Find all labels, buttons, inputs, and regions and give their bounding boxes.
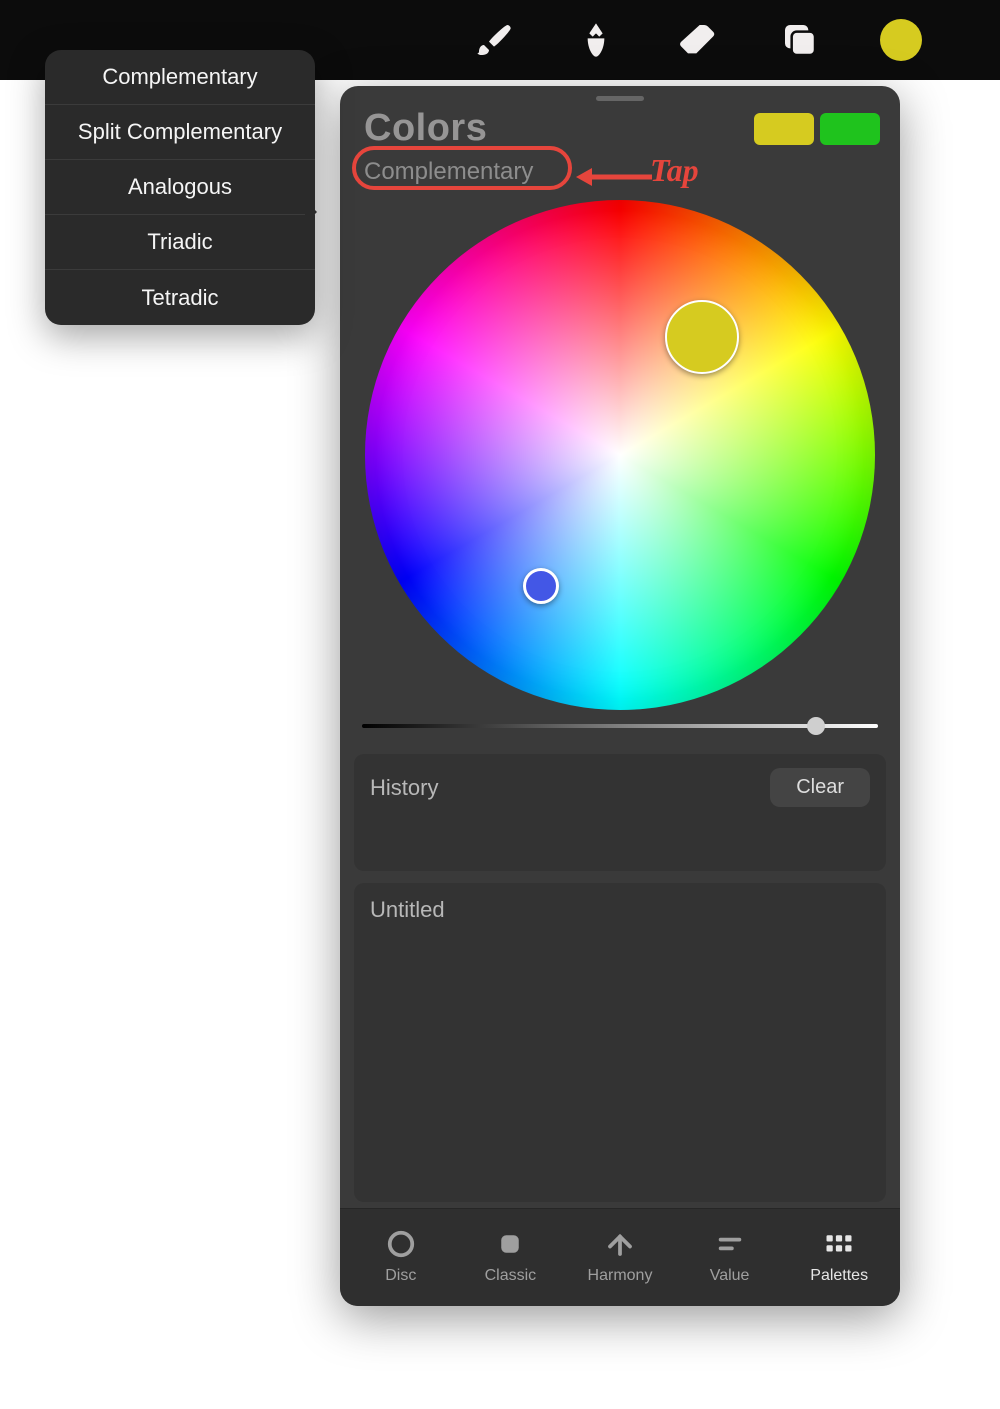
colors-panel: Colors Complementary Tap History Clear	[340, 86, 900, 1306]
tab-label: Harmony	[588, 1267, 653, 1285]
tab-disc[interactable]: Disc	[351, 1227, 451, 1285]
harmony-option-analogous[interactable]: Analogous	[45, 160, 315, 215]
disc-icon	[384, 1227, 418, 1261]
value-icon	[713, 1227, 747, 1261]
harmony-option-tetradic[interactable]: Tetradic	[45, 270, 315, 325]
palettes-icon	[822, 1227, 856, 1261]
harmony-option-complementary[interactable]: Complementary	[45, 50, 315, 105]
harmony-swatch-primary[interactable]	[754, 113, 814, 145]
erase-icon[interactable]	[676, 18, 720, 62]
palette-section: Untitled	[354, 883, 886, 1202]
tab-label: Disc	[385, 1267, 416, 1285]
palette-swatch-grid[interactable]	[370, 935, 870, 1091]
classic-icon	[493, 1227, 527, 1261]
color-wheel-wrap	[340, 190, 900, 724]
colors-tabbar: Disc Classic Harmony Value Palettes	[340, 1208, 900, 1306]
tab-value[interactable]: Value	[680, 1227, 780, 1285]
panel-title: Colors	[364, 107, 754, 150]
history-section: History Clear	[354, 754, 886, 871]
tab-label: Value	[710, 1267, 750, 1285]
brush-icon[interactable]	[472, 18, 516, 62]
history-clear-button[interactable]: Clear	[770, 768, 870, 807]
history-title: History	[370, 775, 770, 801]
harmony-dropdown: Complementary Split Complementary Analog…	[45, 50, 315, 325]
harmony-mode-label[interactable]: Complementary	[364, 158, 533, 186]
tab-classic[interactable]: Classic	[460, 1227, 560, 1285]
color-picker-secondary[interactable]	[523, 568, 559, 604]
harmony-option-triadic[interactable]: Triadic	[45, 215, 315, 270]
smudge-icon[interactable]	[574, 18, 618, 62]
harmony-option-split-complementary[interactable]: Split Complementary	[45, 105, 315, 160]
harmony-swatches	[754, 113, 880, 145]
annotation-text: Tap	[650, 152, 699, 189]
harmony-label-row: Complementary Tap	[340, 154, 900, 190]
brightness-slider[interactable]	[362, 724, 878, 728]
brightness-slider-thumb[interactable]	[807, 717, 825, 735]
tab-harmony[interactable]: Harmony	[570, 1227, 670, 1285]
tab-label: Classic	[485, 1267, 537, 1285]
panel-header: Colors	[340, 105, 900, 154]
palette-title[interactable]: Untitled	[370, 897, 870, 923]
color-wheel[interactable]	[365, 200, 875, 710]
color-picker-primary[interactable]	[665, 300, 739, 374]
tab-palettes[interactable]: Palettes	[789, 1227, 889, 1285]
layers-icon[interactable]	[778, 18, 822, 62]
history-swatch-grid[interactable]	[370, 819, 870, 871]
tab-label: Palettes	[810, 1267, 868, 1285]
harmony-icon	[603, 1227, 637, 1261]
panel-drag-handle[interactable]	[596, 96, 644, 101]
harmony-swatch-secondary[interactable]	[820, 113, 880, 145]
current-color-chip[interactable]	[880, 19, 922, 61]
brightness-slider-row	[340, 724, 900, 748]
